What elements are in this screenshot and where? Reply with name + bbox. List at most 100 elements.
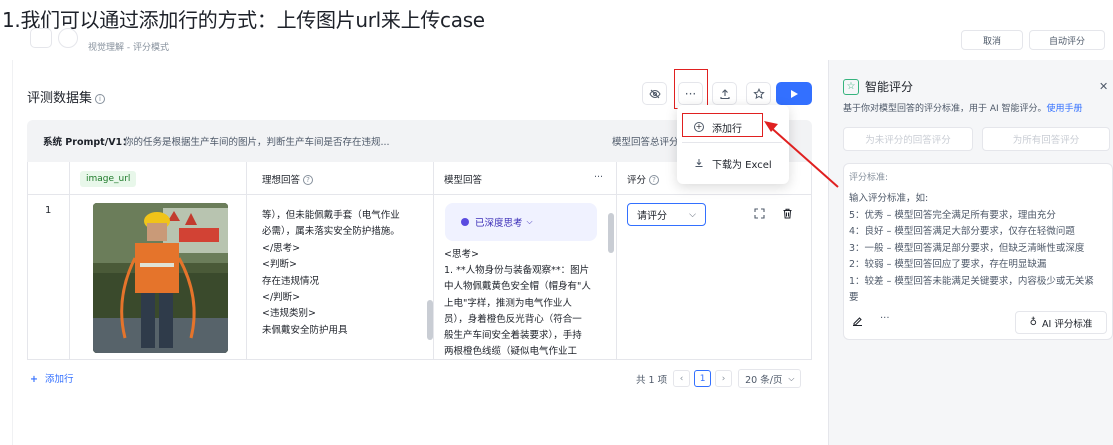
smart-scoring-desc: 基于你对模型回答的评分标准，用于 AI 智能评分。使用手册 (843, 101, 1083, 114)
ideal-line: 等），但未能佩戴手套（电气作业 (262, 210, 400, 221)
model-line: 1. **人物身份与装备观察**：图片 (444, 265, 590, 277)
smart-scoring-title-text: 智能评分 (865, 80, 914, 94)
ideal-answer[interactable]: 等），但未能佩戴手套（电气作业 必需），属未落实安全防护措施。 </思考> <判… (262, 203, 422, 339)
ideal-scrollbar[interactable] (427, 300, 433, 340)
score-unscored-button[interactable]: 为未评分的回答评分 (843, 127, 973, 151)
more-icon[interactable]: ··· (880, 313, 890, 324)
ideal-line: 存在违规情况 (262, 275, 320, 287)
column-header-ideal-text: 理想回答 (262, 175, 301, 186)
column-header-model: 模型回答 (444, 175, 483, 186)
add-row-button[interactable]: + 添加行 (30, 371, 73, 385)
row-index: 1 (45, 205, 52, 216)
case-image[interactable] (93, 203, 228, 353)
help-icon[interactable]: ? (649, 175, 660, 185)
column-more-icon[interactable]: ··· (594, 172, 603, 183)
criteria-line: 3：一般 – 模型回答满足部分要求，但缺乏清晰性或深度 (849, 242, 1085, 254)
overall-score-label: 模型回答总评分 (612, 137, 679, 148)
avatar (58, 28, 78, 48)
hide-toggle-button[interactable] (642, 82, 667, 105)
pagination: 共 1 项 ‹ 1 › 20 条/页 ⌵ (636, 369, 802, 388)
edit-icon[interactable] (852, 315, 863, 329)
lightbulb-icon: ♁ (1029, 317, 1037, 328)
chevron-down-icon: ⌵ (689, 209, 696, 220)
add-row-highlight (682, 113, 763, 137)
criteria-line: 2：较弱 – 模型回答回应了要求，存在明显缺漏 (849, 259, 1047, 270)
column-divider (69, 162, 70, 360)
criteria-line: 要 (849, 292, 859, 303)
model-scrollbar[interactable] (608, 213, 614, 253)
favorite-button[interactable] (746, 82, 771, 105)
ideal-line: 未佩戴安全防护用具 (262, 324, 348, 336)
more-button-highlight (674, 69, 708, 109)
deep-thinking-tag[interactable]: 已深度思考 ⌵ (445, 203, 597, 241)
ideal-line: </思考> (262, 242, 301, 254)
run-button[interactable] (776, 82, 812, 105)
breadcrumb: 视觉理解 - 评分模式 (88, 43, 169, 53)
dataset-title: 评测数据集 i (27, 87, 106, 106)
fullscreen-icon[interactable] (754, 208, 765, 222)
manual-link[interactable]: 使用手册 (1047, 104, 1083, 114)
column-divider (616, 162, 617, 360)
dataset-title-text: 评测数据集 (27, 91, 93, 106)
prev-page-button[interactable]: ‹ (673, 370, 691, 387)
chevron-down-icon: ⌵ (788, 373, 795, 383)
download-icon (695, 159, 703, 167)
cancel-button[interactable]: 取消 (961, 30, 1023, 50)
criteria-input[interactable]: 输入评分标准，如: 5：优秀 – 模型回答完全满足所有要求，理由充分 4：良好 … (849, 191, 1111, 307)
criteria-line: 输入评分标准，如: (849, 193, 929, 204)
ideal-line: <判断> (262, 259, 297, 271)
model-line: 员），身着橙色反光背心（符合一 (444, 313, 582, 325)
smart-scoring-title: ☆ 智能评分 (843, 78, 913, 95)
chevron-down-icon: ⌵ (526, 217, 533, 226)
trash-icon[interactable] (782, 208, 793, 222)
model-line: <思考> (444, 249, 479, 260)
column-header-image-url: image_url (80, 171, 137, 187)
score-placeholder: 请评分 (637, 211, 667, 222)
auto-score-button[interactable]: 自动评分 (1029, 30, 1105, 50)
column-header-score: 评分? (627, 172, 660, 186)
worker-photo (93, 203, 228, 353)
model-line: 两根橙色线缆（疑似电气作业工 (444, 346, 578, 358)
close-icon[interactable]: ✕ (1099, 80, 1108, 93)
add-row-label: 添加行 (44, 374, 74, 385)
play-icon (791, 89, 798, 98)
upload-button[interactable] (712, 82, 737, 105)
next-page-button[interactable]: › (715, 370, 733, 387)
score-all-button[interactable]: 为所有回答评分 (982, 127, 1110, 151)
column-divider (433, 162, 434, 360)
criteria-line: 1：较差 – 模型回答未能满足关键要求，内容极少或无关紧 (849, 275, 1094, 287)
column-header-ideal: 理想回答? (262, 172, 314, 186)
help-icon[interactable]: ? (303, 175, 314, 185)
model-line: 般生产车间安全着装要求），手持 (444, 330, 582, 342)
ideal-line: <违规类别> (262, 308, 316, 320)
ideal-line: </判断> (262, 292, 301, 304)
upload-icon (719, 88, 730, 99)
plus-icon: + (30, 374, 38, 385)
score-select[interactable]: 请评分 ⌵ (627, 203, 706, 226)
prompt-text[interactable]: 你的任务是根据生产车间的图片，判断生产车间是否存在违规... (124, 134, 390, 148)
page-size-select[interactable]: 20 条/页 ⌵ (738, 369, 802, 388)
prompt-label: 系统 Prompt/V1： (43, 137, 132, 148)
model-line: 上电"字样，推测为电气作业人 (444, 297, 572, 309)
column-divider (246, 162, 247, 360)
page-button[interactable]: 1 (694, 370, 712, 387)
annotation-arrow (764, 121, 839, 188)
info-icon[interactable]: i (95, 94, 106, 104)
check-circle-icon (461, 218, 469, 226)
star-icon: ☆ (843, 78, 859, 95)
pagination-total: 共 1 项 (636, 374, 668, 386)
back-button[interactable] (30, 28, 52, 48)
annotation-caption: 1.我们可以通过添加行的方式：上传图片url来上传case (2, 8, 485, 32)
star-icon (752, 87, 765, 99)
criteria-line: 5：优秀 – 模型回答完全满足所有要求，理由充分 (849, 209, 1056, 221)
page-size-label: 20 条/页 (745, 374, 783, 386)
ai-criteria-button[interactable]: ♁ AI 评分标准 (1015, 311, 1107, 334)
column-header-score-text: 评分 (627, 175, 647, 186)
ai-criteria-label: AI 评分标准 (1042, 318, 1093, 330)
deep-thinking-label: 已深度思考 (475, 218, 523, 229)
smart-scoring-desc-text: 基于你对模型回答的评分标准，用于 AI 智能评分。 (843, 104, 1047, 114)
criteria-title: 评分标准: (849, 173, 889, 183)
model-line: 中人物佩戴黄色安全帽（帽身有"人 (444, 281, 591, 293)
eye-off-icon (648, 89, 661, 98)
model-answer[interactable]: <思考> 1. **人物身份与装备观察**：图片 中人物佩戴黄色安全帽（帽身有"… (444, 247, 604, 360)
